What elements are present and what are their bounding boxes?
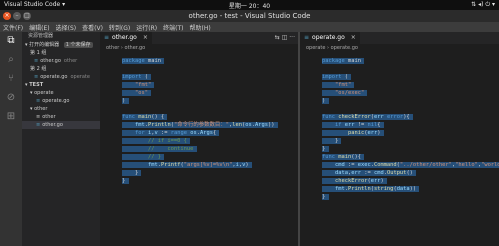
breadcrumb-folder[interactable]: operate	[306, 45, 325, 51]
breadcrumb-file[interactable]: other.go	[125, 45, 146, 51]
files-icon[interactable]: ⧉	[5, 35, 17, 47]
editor-actions[interactable]: ⇆ ◫ ···	[275, 32, 295, 44]
go-file-icon: ≡	[104, 34, 110, 41]
open-editors-section[interactable]: ▾ 打开的编辑器 1 个未保存	[22, 41, 100, 49]
editor-group-left: ≡ other.go × ⇆ ◫ ··· other › other.go pack…	[100, 32, 298, 246]
tree-label: other	[42, 114, 56, 120]
system-top-bar: Visual Studio Code ▾ 星期一 20：40 ⇅ ◂) ⏻ ▾	[0, 0, 499, 10]
tree-label: other.go	[42, 122, 63, 128]
tree-label: other	[34, 106, 48, 112]
editor-group-2[interactable]: 第 2 组	[22, 65, 100, 73]
activity-bar: ⧉ ⌕ ⑂ ⊘ ⊞	[0, 32, 22, 246]
tab-label: operate.go	[312, 34, 345, 41]
breadcrumb: other › other.go	[100, 44, 298, 53]
tree-label: operate.go	[42, 98, 70, 104]
tab-bar: ≡ other.go × ⇆ ◫ ···	[100, 32, 298, 44]
open-editor-operate-go[interactable]: ≡ operate.go operate	[22, 73, 100, 81]
open-editor-filename: operate.go	[40, 74, 68, 80]
close-icon[interactable]: ×	[351, 34, 356, 41]
code-area[interactable]: package main import ( "fmt" "os/exec" ) …	[300, 53, 499, 246]
open-editors-label: 打开的编辑器	[29, 42, 60, 48]
go-file-icon: ≡	[36, 122, 41, 128]
open-editor-filename: other.go	[40, 58, 61, 64]
breadcrumb: operate › operate.go	[300, 44, 499, 53]
go-file-icon: ≡	[304, 34, 310, 41]
window-title-bar: × – □ other.go - test - Visual Studio Co…	[0, 10, 499, 22]
explorer-header: 资源管理器	[28, 33, 54, 39]
code-area[interactable]: package main import ( "fmt" "os" ) func …	[100, 53, 298, 246]
tab-label: other.go	[112, 34, 137, 41]
tab-bar: ≡ operate.go ×	[300, 32, 499, 44]
menu-bar: 文件(F) 编辑(E) 选择(S) 查看(V) 转到(G) 运行(R) 终端(T) 帮助(H)	[0, 22, 499, 32]
open-editor-other-go[interactable]: ≡ other.go other	[22, 57, 100, 65]
open-editor-folder: operate	[70, 74, 90, 80]
breadcrumb-folder[interactable]: other	[106, 45, 119, 51]
breadcrumb-file[interactable]: operate.go	[331, 45, 358, 51]
open-editor-folder: other	[63, 58, 78, 64]
workspace-label: TEST	[29, 82, 44, 88]
search-icon[interactable]: ⌕	[5, 54, 17, 66]
window-title: other.go - test - Visual Studio Code	[188, 12, 311, 20]
system-tray[interactable]: ⇅ ◂) ⏻ ▾	[471, 1, 495, 9]
tree-folder-operate[interactable]: ▾ operate	[22, 89, 100, 97]
editor-group-1[interactable]: 第 1 组	[22, 49, 100, 57]
unsaved-badge: 1 个未保存	[63, 42, 93, 48]
tree-folder-other[interactable]: ▾ other	[22, 105, 100, 113]
source-control-icon[interactable]: ⑂	[5, 73, 17, 85]
system-clock[interactable]: 星期一 20：40	[0, 1, 499, 10]
tree-label: operate	[34, 90, 54, 96]
tree-file-operate-go[interactable]: ≡ operate.go	[22, 97, 100, 105]
go-file-icon: ≡	[34, 58, 39, 64]
binary-file-icon: ≡	[36, 114, 41, 120]
tree-file-other[interactable]: ≡ other	[22, 113, 100, 121]
tab-operate-go[interactable]: ≡ operate.go ×	[300, 32, 360, 44]
go-file-icon: ≡	[36, 98, 41, 104]
go-file-icon: ≡	[34, 74, 39, 80]
workspace-section[interactable]: ▾ TEST	[22, 81, 100, 89]
tree-file-other-go[interactable]: ≡ other.go	[22, 121, 100, 129]
run-debug-icon[interactable]: ⊘	[5, 92, 17, 104]
extensions-icon[interactable]: ⊞	[5, 111, 17, 123]
explorer-sidebar: 资源管理器 ▾ 打开的编辑器 1 个未保存 第 1 组 ≡ other.go oth…	[22, 32, 100, 246]
tab-other-go[interactable]: ≡ other.go ×	[100, 32, 152, 44]
editor-group-right: ≡ operate.go × operate › operate.go packag…	[300, 32, 499, 246]
close-icon[interactable]: ×	[143, 34, 148, 41]
